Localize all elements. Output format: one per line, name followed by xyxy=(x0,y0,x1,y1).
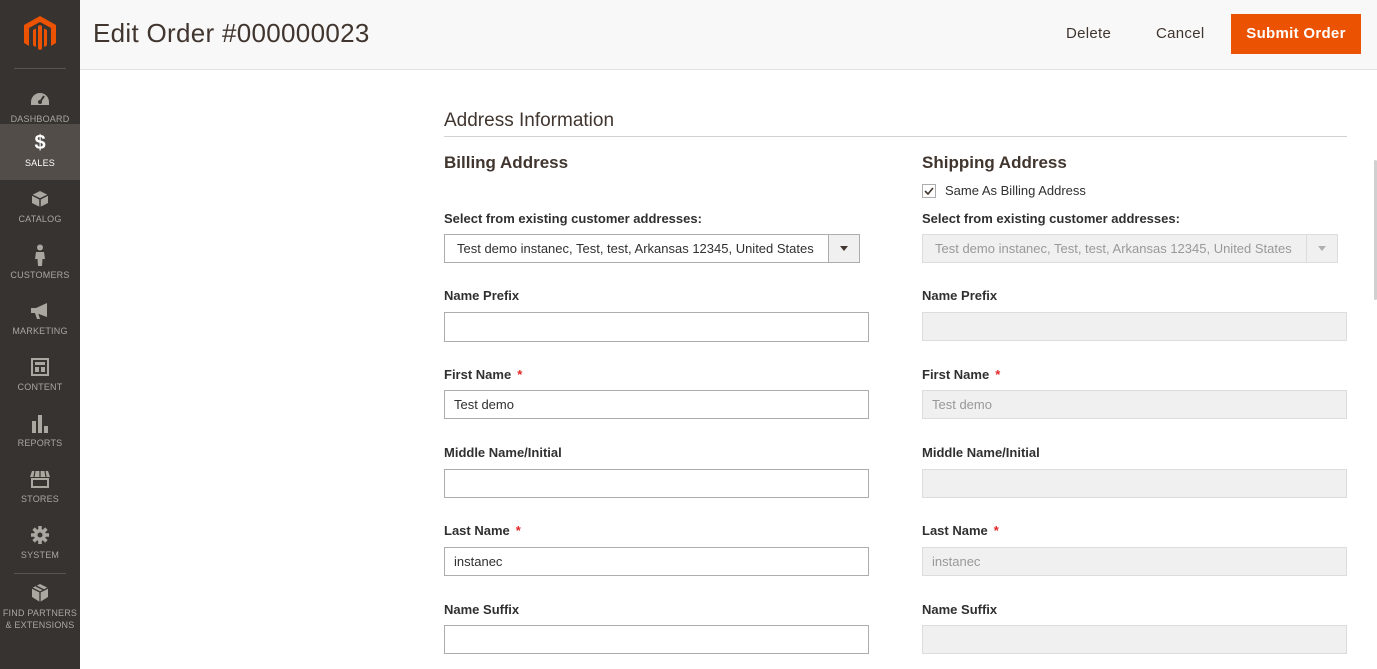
shipping-select-label: Select from existing customer addresses: xyxy=(922,211,1180,226)
sidebar-item-catalog[interactable]: CATALOG xyxy=(0,180,80,236)
section-divider xyxy=(444,136,1347,137)
page-title: Edit Order #000000023 xyxy=(93,18,370,48)
same-as-billing-checkbox[interactable] xyxy=(922,183,936,198)
shipping-address-select: Test demo instanec, Test, test, Arkansas… xyxy=(922,234,1338,263)
billing-select-label: Select from existing customer addresses: xyxy=(444,211,702,226)
boxes-icon xyxy=(30,582,50,604)
sidebar-item-sales[interactable]: $ SALES xyxy=(0,124,80,180)
gear-icon xyxy=(30,524,50,546)
shipping-first-name-input xyxy=(922,390,1347,419)
shipping-name-prefix-label: Name Prefix xyxy=(922,288,998,303)
shipping-first-name-label: First Name * xyxy=(922,367,1000,382)
required-marker: * xyxy=(517,367,523,382)
bar-chart-icon xyxy=(31,412,49,434)
sidebar-item-customers[interactable]: CUSTOMERS xyxy=(0,236,80,292)
same-as-billing-label: Same As Billing Address xyxy=(945,183,1086,198)
billing-address-title: Billing Address xyxy=(444,153,569,172)
billing-first-name-label: First Name * xyxy=(444,367,522,382)
billing-first-name-input[interactable] xyxy=(444,390,869,419)
shipping-name-prefix-input xyxy=(922,312,1347,341)
required-marker: * xyxy=(515,523,521,538)
shipping-address-title: Shipping Address xyxy=(922,153,1067,172)
billing-last-name-input[interactable] xyxy=(444,547,869,576)
shipping-last-name-label-text: Last Name xyxy=(922,523,988,538)
billing-address-select[interactable]: Test demo instanec, Test, test, Arkansas… xyxy=(444,234,860,263)
shipping-select-value: Test demo instanec, Test, test, Arkansas… xyxy=(935,241,1292,256)
billing-name-prefix-label: Name Prefix xyxy=(444,288,520,303)
sidebar-item-marketing[interactable]: MARKETING xyxy=(0,292,80,348)
storefront-icon xyxy=(29,468,51,490)
sidebar-item-label: REPORTS xyxy=(17,438,63,448)
required-marker: * xyxy=(995,367,1001,382)
sidebar-item-find-partners[interactable]: FIND PARTNERS & EXTENSIONS xyxy=(0,576,80,636)
checkmark-icon xyxy=(924,186,934,195)
sidebar-item-label: SALES xyxy=(24,158,56,168)
billing-middle-name-input[interactable] xyxy=(444,469,869,498)
admin-sidebar: DASHBOARD $ SALES CATALOG CUSTOMERS MARK… xyxy=(0,0,80,669)
sidebar-item-label: FIND PARTNERS & EXTENSIONS xyxy=(2,608,78,630)
magento-logo-icon[interactable] xyxy=(0,0,80,68)
shipping-name-suffix-input xyxy=(922,625,1347,654)
billing-first-name-label-text: First Name xyxy=(444,367,512,382)
delete-button[interactable]: Delete xyxy=(1054,14,1123,54)
chevron-down-icon xyxy=(1306,235,1337,262)
submit-order-button[interactable]: Submit Order xyxy=(1231,14,1361,54)
shipping-middle-name-input xyxy=(922,469,1347,498)
sidebar-item-system[interactable]: SYSTEM xyxy=(0,516,80,572)
dollar-icon: $ xyxy=(34,131,46,154)
sidebar-item-label: CONTENT xyxy=(17,382,63,392)
billing-name-suffix-input[interactable] xyxy=(444,625,869,654)
shipping-last-name-input xyxy=(922,547,1347,576)
billing-name-prefix-input[interactable] xyxy=(444,312,869,342)
chevron-down-icon[interactable] xyxy=(828,235,859,262)
cancel-button[interactable]: Cancel xyxy=(1144,14,1217,54)
layout-icon xyxy=(31,356,49,378)
sidebar-item-reports[interactable]: REPORTS xyxy=(0,404,80,460)
sidebar-item-label: CUSTOMERS xyxy=(10,270,70,280)
dashboard-icon xyxy=(30,88,50,110)
shipping-middle-name-label: Middle Name/Initial xyxy=(922,445,1040,460)
sidebar-divider xyxy=(14,573,66,574)
person-icon xyxy=(34,244,46,266)
required-marker: * xyxy=(993,523,999,538)
shipping-last-name-label: Last Name * xyxy=(922,523,999,538)
shipping-name-suffix-label: Name Suffix xyxy=(922,602,998,617)
billing-name-suffix-label: Name Suffix xyxy=(444,602,520,617)
page-header: Edit Order #000000023 Delete Cancel Subm… xyxy=(80,0,1377,70)
sidebar-item-stores[interactable]: STORES xyxy=(0,460,80,516)
section-title: Address Information xyxy=(444,110,615,131)
cube-icon xyxy=(31,188,49,210)
shipping-first-name-label-text: First Name xyxy=(922,367,990,382)
sidebar-item-label: CATALOG xyxy=(18,214,62,224)
billing-last-name-label-text: Last Name xyxy=(444,523,510,538)
billing-last-name-label: Last Name * xyxy=(444,523,521,538)
sidebar-item-content[interactable]: CONTENT xyxy=(0,348,80,404)
logo-divider xyxy=(14,68,66,69)
sidebar-item-label: STORES xyxy=(20,494,60,504)
sidebar-item-label: MARKETING xyxy=(12,326,68,336)
same-as-billing-checkbox-row[interactable]: Same As Billing Address xyxy=(922,183,1086,198)
billing-select-value: Test demo instanec, Test, test, Arkansas… xyxy=(457,241,814,256)
megaphone-icon xyxy=(30,300,50,322)
sidebar-item-label: SYSTEM xyxy=(20,550,60,560)
billing-middle-name-label: Middle Name/Initial xyxy=(444,445,562,460)
